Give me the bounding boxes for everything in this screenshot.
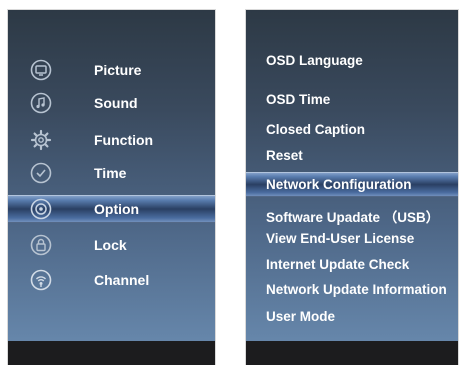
option-item-reset[interactable]: Reset [246, 143, 458, 167]
menu-item-label: Sound [94, 95, 138, 111]
panel-footer-bar [246, 341, 458, 365]
option-icon [30, 198, 52, 220]
option-item-label: OSD Time [266, 91, 331, 107]
menu-item-channel[interactable]: Channel [8, 266, 215, 294]
option-item-label: Network Update Information [266, 281, 447, 297]
menu-item-label: Lock [94, 237, 127, 253]
option-item-closed-caption[interactable]: Closed Caption [246, 117, 458, 141]
option-item-osd-time[interactable]: OSD Time [246, 87, 458, 111]
option-item-label: Closed Caption [266, 121, 366, 137]
menu-item-label: Function [94, 132, 154, 148]
menu-item-label: Channel [94, 272, 150, 288]
menu-item-label: Time [94, 165, 127, 181]
menu-item-sound[interactable]: Sound [8, 89, 215, 117]
panel-footer-bar [8, 341, 215, 365]
option-item-osd-language[interactable]: OSD Language [246, 48, 458, 72]
option-submenu-panel: OSD Language OSD Time Closed Caption Res… [246, 10, 458, 365]
option-item-label: OSD Language [266, 52, 363, 68]
menu-item-lock[interactable]: Lock [8, 231, 215, 259]
option-item-internet-update-check[interactable]: Internet Update Check [246, 252, 458, 276]
option-item-label: View End-User License [266, 230, 415, 246]
option-item-network-update-information[interactable]: Network Update Information [246, 277, 458, 301]
time-icon [30, 162, 52, 184]
menu-item-time[interactable]: Time [8, 159, 215, 187]
option-item-label: Network Configuration [266, 177, 412, 192]
function-icon [30, 129, 52, 151]
menu-item-option[interactable]: Option [8, 195, 215, 223]
sound-icon [30, 92, 52, 114]
option-item-label: User Mode [266, 308, 336, 324]
option-item-label: Reset [266, 147, 303, 163]
picture-icon [30, 59, 52, 81]
option-item-view-end-user-license[interactable]: View End-User License [246, 226, 458, 250]
menu-item-label: Picture [94, 62, 142, 78]
option-item-label: Software Upadate （USB） [266, 210, 440, 225]
option-item-network-configuration[interactable]: Network Configuration [246, 172, 458, 197]
menu-item-label: Option [94, 201, 140, 217]
lock-icon [30, 234, 52, 256]
option-item-software-update-usb[interactable]: Software Upadate （USB） [246, 204, 458, 228]
main-menu-panel: Picture Sound Function Time Option Lock [8, 10, 215, 365]
menu-item-picture[interactable]: Picture [8, 56, 215, 84]
menu-item-function[interactable]: Function [8, 126, 215, 154]
channel-icon [30, 269, 52, 291]
option-item-user-mode[interactable]: User Mode [246, 304, 458, 328]
option-item-label: Internet Update Check [266, 256, 410, 272]
